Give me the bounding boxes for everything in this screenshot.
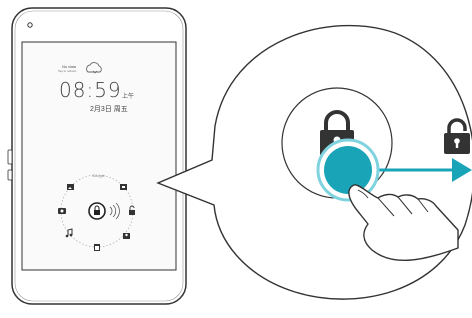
weather-refresh-hint[interactable]: Tap to refresh (58, 69, 76, 73)
drag-handle[interactable] (316, 138, 380, 202)
camera-icon[interactable] (58, 208, 66, 214)
clock-time: 08:59 (59, 78, 122, 102)
center-lock-handle[interactable] (88, 202, 106, 220)
lockscreen-illustration: No data Tap to refresh 08:59 上午 2月3日 周五 … (0, 0, 472, 313)
clock-ampm: 上午 (122, 94, 135, 100)
calendar-icon[interactable] (94, 244, 100, 251)
clock-date: 2月3日 周五 (90, 106, 128, 113)
google-label: Google (92, 173, 105, 178)
lockscreen-display (21, 41, 177, 271)
gallery-icon[interactable] (67, 184, 74, 190)
contacts-icon[interactable] (123, 233, 130, 239)
video-icon[interactable] (120, 184, 127, 190)
